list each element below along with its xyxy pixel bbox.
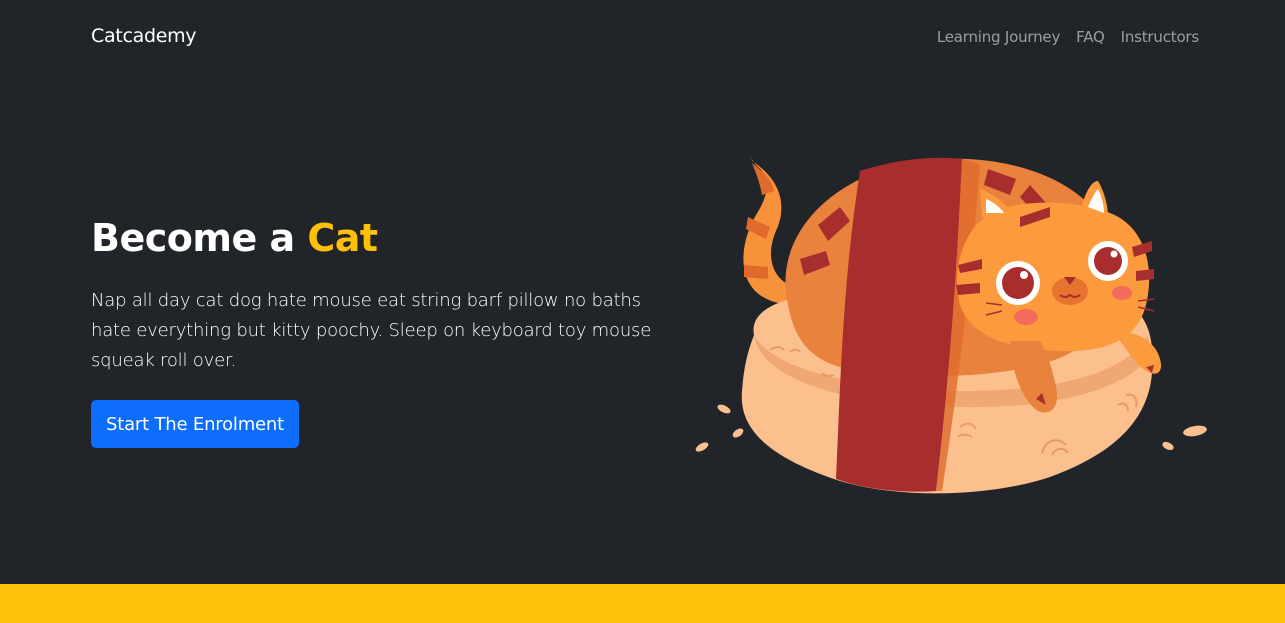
brand-link[interactable]: Catcademy bbox=[91, 25, 197, 47]
nav-links: Learning Journey FAQ Instructors bbox=[937, 27, 1199, 46]
cat-on-bread-illustration bbox=[690, 155, 1215, 505]
yellow-band bbox=[0, 584, 1285, 623]
navbar: Catcademy Learning Journey FAQ Instructo… bbox=[0, 0, 1285, 75]
hero-title: Become a Cat bbox=[91, 210, 691, 266]
hero-section: Become a Cat Nap all day cat dog hate mo… bbox=[91, 210, 691, 448]
nav-link-faq[interactable]: FAQ bbox=[1076, 28, 1105, 46]
nav-link-learning-journey[interactable]: Learning Journey bbox=[937, 28, 1061, 46]
nav-item: Instructors bbox=[1121, 27, 1200, 46]
cat-head bbox=[957, 202, 1150, 351]
nav-item: FAQ bbox=[1076, 27, 1105, 46]
nav-item: Learning Journey bbox=[937, 27, 1061, 46]
cat-illustration-svg bbox=[695, 156, 1207, 494]
hero-title-prefix: Become a bbox=[91, 216, 308, 260]
hero-title-accent: Cat bbox=[307, 216, 378, 260]
hero-lead: Nap all day cat dog hate mouse eat strin… bbox=[91, 290, 652, 371]
start-enrolment-button[interactable]: Start The Enrolment bbox=[91, 400, 299, 448]
nav-link-instructors[interactable]: Instructors bbox=[1121, 28, 1200, 46]
